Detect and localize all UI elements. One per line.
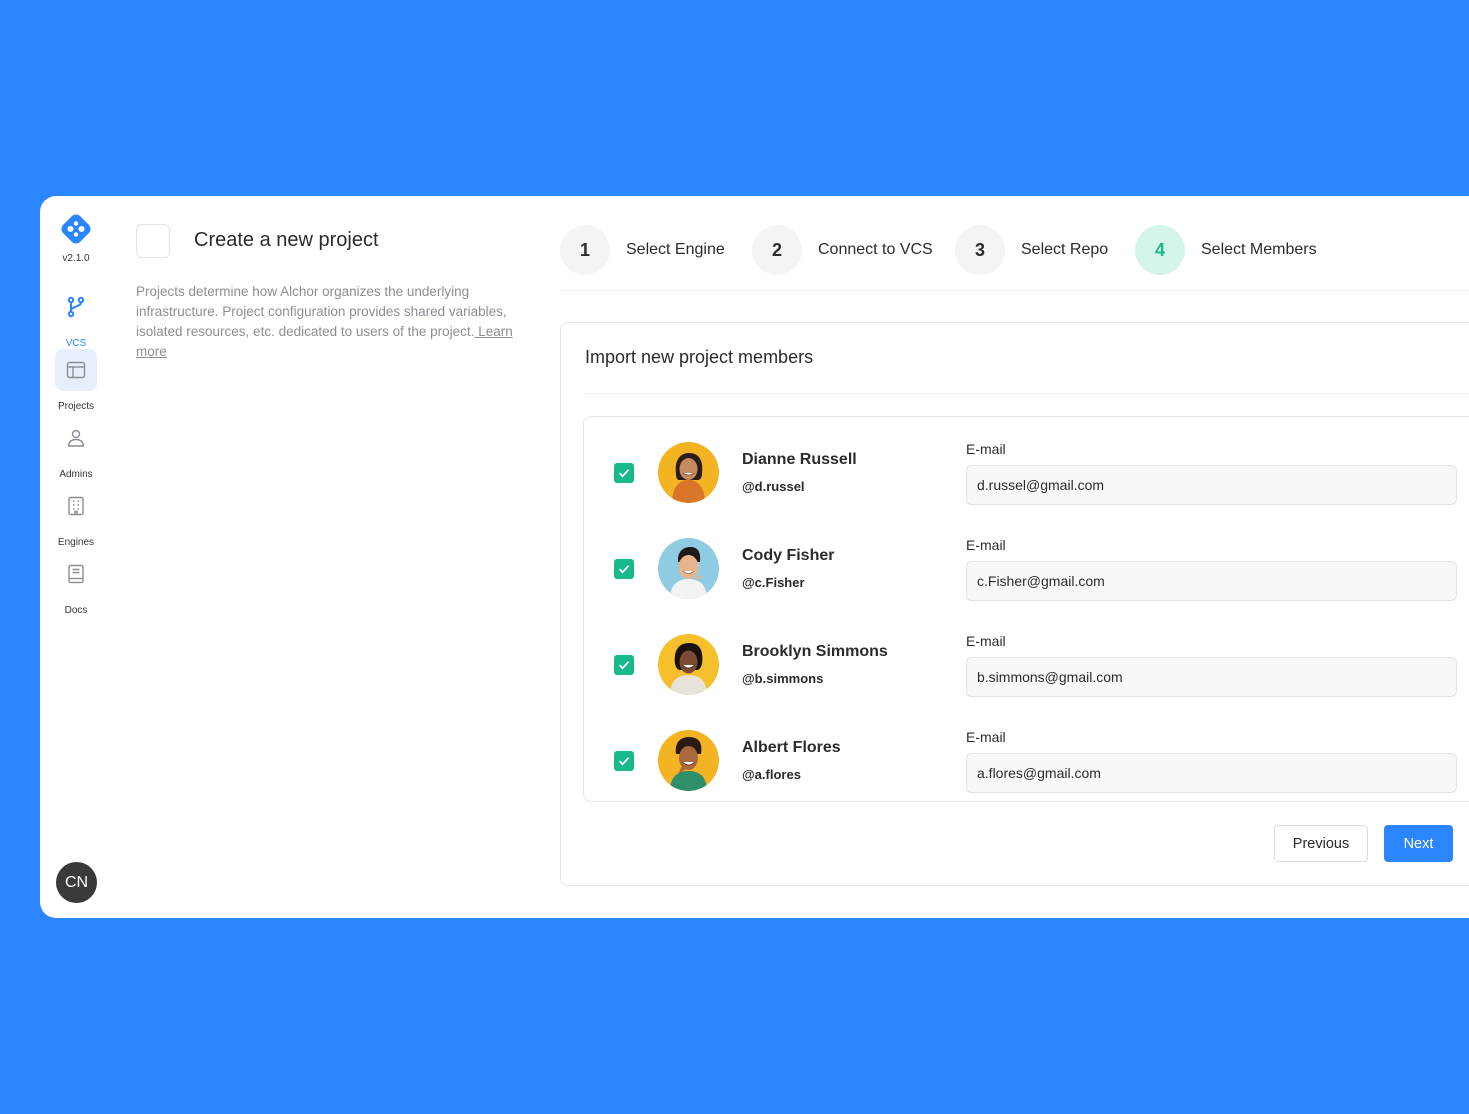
step-select-repo[interactable]: 3 Select Repo <box>955 224 1108 276</box>
list-item: Cody Fisher @c.Fisher E-mail <box>584 513 1469 609</box>
step-number: 4 <box>1135 225 1185 275</box>
step-number: 2 <box>752 225 802 275</box>
member-name: Brooklyn Simmons <box>742 643 888 660</box>
email-label: E-mail <box>966 729 1006 745</box>
member-checkbox[interactable] <box>614 655 634 675</box>
book-icon <box>55 553 97 595</box>
stepper: 1 Select Engine 2 Connect to VCS 3 Selec… <box>560 224 1469 276</box>
sidebar-item-label: Admins <box>59 469 93 480</box>
member-name: Cody Fisher <box>742 547 835 564</box>
sidebar-item-admins[interactable]: Admins <box>40 417 112 480</box>
step-label: Select Members <box>1201 241 1317 258</box>
email-label: E-mail <box>966 537 1006 553</box>
avatar <box>658 538 719 599</box>
project-icon-placeholder <box>136 224 170 258</box>
description-text: Projects determine how Alchor organizes … <box>136 284 507 339</box>
avatar <box>658 730 719 791</box>
check-icon <box>618 469 630 478</box>
email-label: E-mail <box>966 441 1006 457</box>
panel-title: Import new project members <box>585 347 814 367</box>
member-handle: @d.russel <box>742 479 805 494</box>
app-logo[interactable] <box>58 211 94 247</box>
app-version: v2.1.0 <box>62 253 90 264</box>
project-description: Projects determine how Alchor organizes … <box>136 282 536 362</box>
member-handle: @a.flores <box>742 767 801 782</box>
divider <box>585 393 1469 394</box>
step-label: Select Engine <box>626 241 725 258</box>
member-name: Dianne Russell <box>742 451 857 468</box>
avatar <box>658 634 719 695</box>
step-number: 3 <box>955 225 1005 275</box>
step-connect-vcs[interactable]: 2 Connect to VCS <box>752 224 933 276</box>
step-label: Select Repo <box>1021 241 1109 258</box>
member-handle: @b.simmons <box>742 671 824 686</box>
list-item: Brooklyn Simmons @b.simmons E-mail <box>584 609 1469 705</box>
sidebar-item-label: Engines <box>57 537 95 548</box>
step-label: Connect to VCS <box>818 241 933 258</box>
member-name: Albert Flores <box>742 739 841 756</box>
next-button[interactable]: Next <box>1384 825 1453 862</box>
building-icon <box>55 485 97 527</box>
member-checkbox[interactable] <box>614 559 634 579</box>
list-item: Albert Flores @a.flores E-mail <box>584 705 1469 801</box>
sidebar-item-projects[interactable]: Projects <box>40 349 112 412</box>
check-icon <box>618 661 630 670</box>
user-avatar[interactable]: CN <box>56 862 97 903</box>
members-panel: Import new project members Dianne Russel… <box>560 322 1469 886</box>
check-icon <box>618 565 630 574</box>
page-title: Create a new project <box>194 229 379 251</box>
email-label: E-mail <box>966 633 1006 649</box>
list-item: Dianne Russell @d.russel E-mail <box>584 417 1469 513</box>
members-list: Dianne Russell @d.russel E-mail d.russel… <box>583 416 1469 802</box>
sidebar: v2.1.0 VCS Projects Admins Engines Docs … <box>40 196 112 918</box>
sidebar-item-label: Docs <box>64 605 88 616</box>
layout-icon <box>55 349 97 391</box>
user-icon <box>55 417 97 459</box>
branch-icon <box>55 286 97 328</box>
app-window: v2.1.0 VCS Projects Admins Engines Docs … <box>40 196 1469 918</box>
step-number: 1 <box>560 225 610 275</box>
step-select-members[interactable]: 4 Select Members <box>1135 224 1317 276</box>
member-checkbox[interactable] <box>614 751 634 771</box>
email-field[interactable] <box>966 753 1457 793</box>
sidebar-item-vcs[interactable]: VCS <box>40 286 112 349</box>
sidebar-item-docs[interactable]: Docs <box>40 553 112 616</box>
sidebar-item-label: Projects <box>57 401 95 412</box>
email-field[interactable] <box>966 657 1457 697</box>
email-field[interactable] <box>966 561 1457 601</box>
member-checkbox[interactable] <box>614 463 634 483</box>
step-select-engine[interactable]: 1 Select Engine <box>560 224 725 276</box>
previous-button[interactable]: Previous <box>1274 825 1368 862</box>
email-field[interactable] <box>966 465 1457 505</box>
check-icon <box>618 757 630 766</box>
sidebar-item-engines[interactable]: Engines <box>40 485 112 548</box>
divider <box>560 290 1469 291</box>
avatar <box>658 442 719 503</box>
sidebar-item-label: VCS <box>65 338 87 349</box>
member-handle: @c.Fisher <box>742 575 805 590</box>
